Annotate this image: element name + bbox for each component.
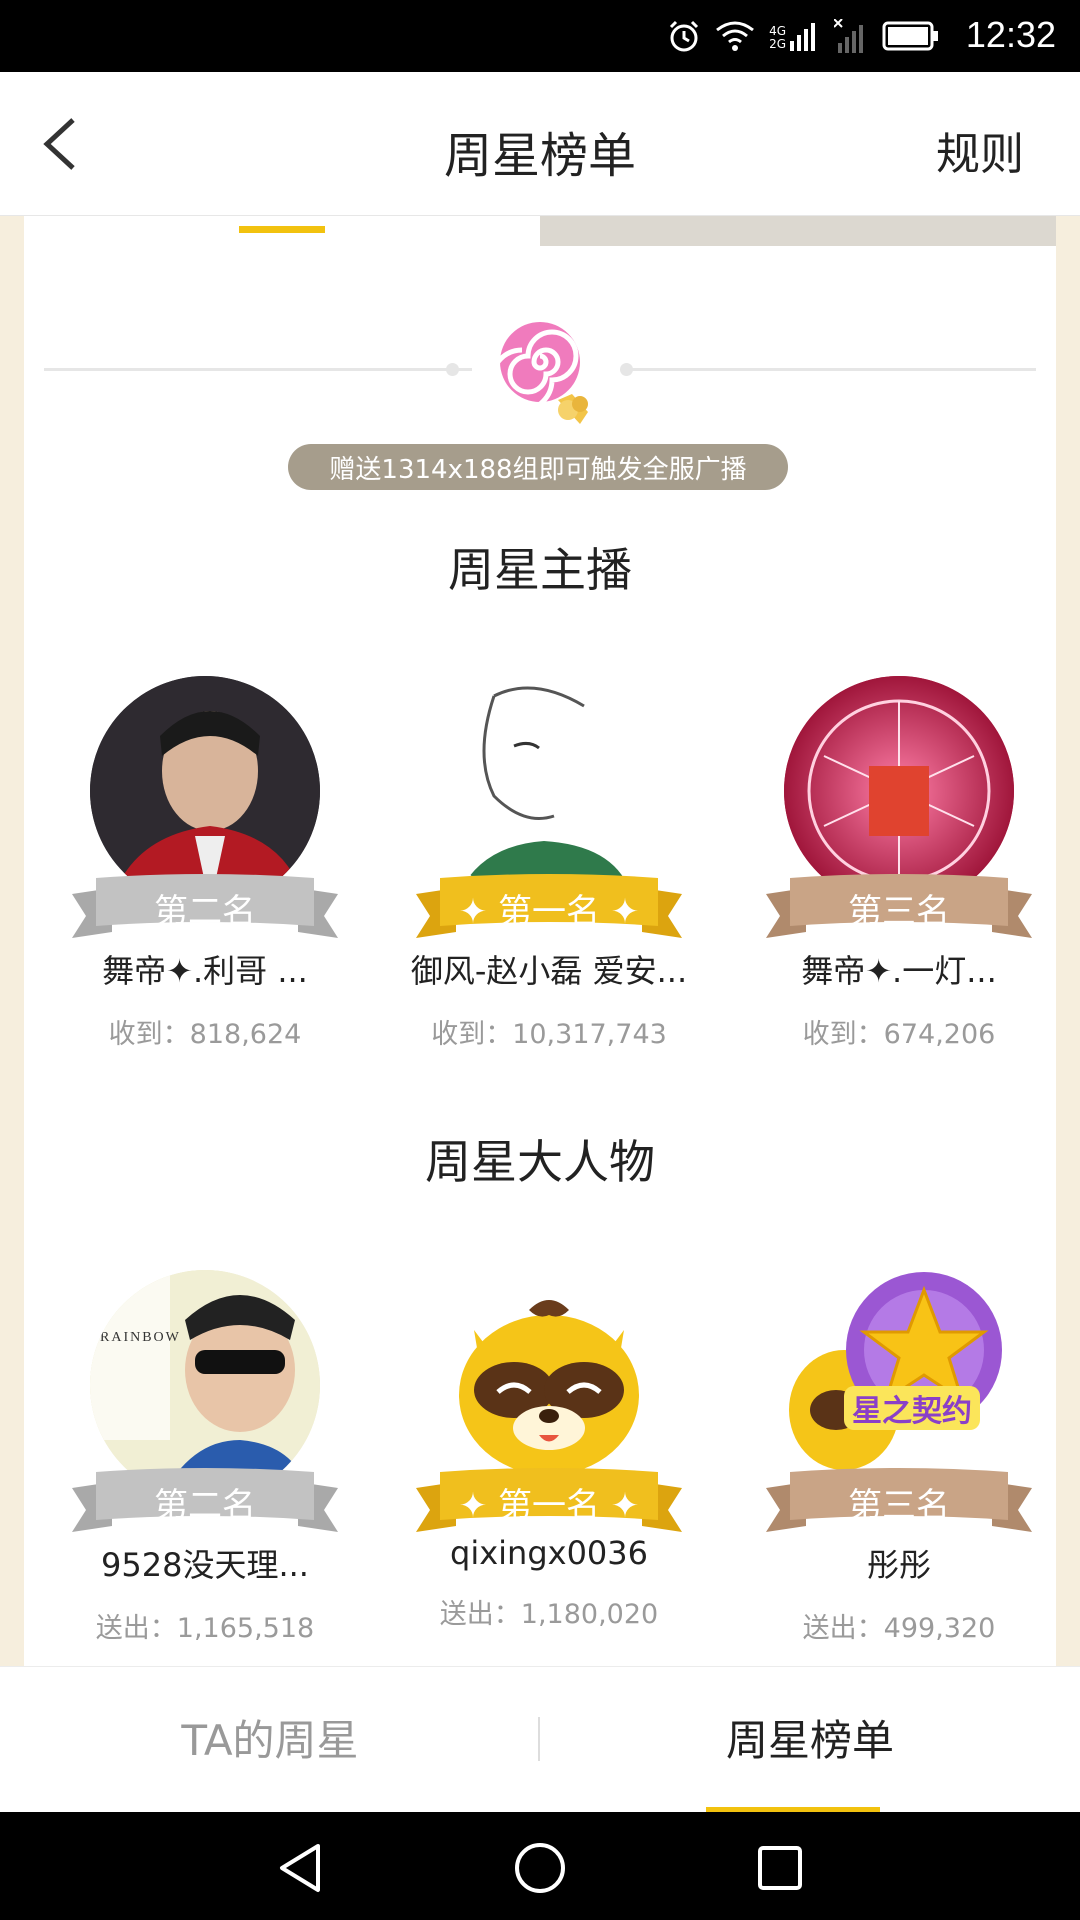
amount-text: 收到：818,624 (60, 1012, 350, 1051)
user-name: 御风-赵小磊 爱安... (410, 952, 688, 990)
divider-dot-right (620, 363, 633, 376)
rank-label: ✦ 第一名 ✦ (458, 892, 640, 932)
avatar-image (90, 676, 320, 906)
amount-label: 收到： (108, 1019, 190, 1050)
anchors-section-title: 周星主播 (448, 543, 632, 597)
rank-ribbon: 第二名 (72, 874, 338, 938)
system-nav-bar (0, 1812, 1080, 1920)
broadcast-hint: 赠送1314x188组即可触发全服广播 (288, 444, 788, 490)
avatar-overlay-text: RAINBOW (100, 1330, 181, 1345)
user-name: 彤彤 (866, 1546, 931, 1584)
amount-value: 499,320 (883, 1613, 996, 1644)
avatar[interactable] (434, 676, 664, 906)
rules-button[interactable]: 规则 (936, 118, 1024, 182)
badge-text: 星之契约 (844, 1386, 980, 1430)
panel-tab-strip (540, 216, 1056, 246)
amount-value: 674,206 (883, 1019, 996, 1050)
rank-label: 第二名 (154, 892, 256, 932)
user-name: 舞帝✦.利哥 ... (102, 952, 308, 990)
rank-label: ✦ 第一名 ✦ (458, 1486, 640, 1526)
amount-text: 收到：10,317,743 (404, 1012, 694, 1051)
user-name: 舞帝✦.一灯... (801, 952, 997, 990)
avatar[interactable] (434, 1270, 664, 1500)
signal-4g-icon: 4G 2G (769, 21, 820, 51)
amount-value: 10,317,743 (512, 1019, 667, 1050)
amount-text: 送出：1,165,518 (60, 1606, 350, 1645)
avatar[interactable] (90, 676, 320, 906)
amount-text: 收到：674,206 (754, 1012, 1044, 1051)
recents-square-icon[interactable] (752, 1840, 808, 1896)
ranking-panel: 赠送1314x188组即可触发全服广播 周星主播 第二名 舞帝✦.利哥 ... … (24, 216, 1056, 1666)
rank-ribbon: ✦ 第一名 ✦ (416, 874, 682, 938)
amount-label: 收到： (802, 1019, 884, 1050)
anchor-rank2-card[interactable]: 第二名 舞帝✦.利哥 ... 收到：818,624 (60, 676, 350, 1051)
avatar[interactable]: RAINBOW (90, 1270, 320, 1500)
rank-ribbon: 第二名 (72, 1468, 338, 1532)
bottom-tab-bar: TA的周星 周星榜单 (0, 1666, 1080, 1813)
rank-ribbon: ✦ 第一名 ✦ (416, 1468, 682, 1532)
divider-dot-left (446, 363, 459, 376)
bigshots-section-title: 周星大人物 (425, 1135, 655, 1189)
status-icons: 4G 2G (667, 18, 940, 54)
rank-ribbon: 第三名 (766, 1468, 1032, 1532)
user-name: 9528没天理... (101, 1546, 309, 1584)
avatar-image (784, 676, 1014, 906)
home-circle-icon[interactable] (512, 1840, 568, 1896)
tab-ta-weekly-star[interactable]: TA的周星 (0, 1707, 540, 1768)
tab-weekly-ranking[interactable]: 周星榜单 (540, 1707, 1080, 1768)
avatar[interactable]: 星之契约 (784, 1270, 1014, 1500)
amount-label: 送出： (95, 1613, 177, 1644)
amount-label: 送出： (439, 1599, 521, 1630)
bigshot-rank2-card[interactable]: RAINBOW 第二名 9528没天理... 送出：1,165,518 (60, 1270, 350, 1645)
rank-label: 第三名 (848, 1486, 950, 1526)
page-title: 周星榜单 (443, 128, 636, 184)
panel-tab-indicator (239, 226, 325, 233)
avatar[interactable] (784, 676, 1014, 906)
avatar-image (434, 676, 664, 906)
divider-right (624, 368, 1036, 371)
bigshot-rank1-card[interactable]: ✦ 第一名 ✦ qixingx0036 送出：1,180,020 (404, 1270, 694, 1631)
amount-text: 送出：499,320 (754, 1606, 1044, 1645)
bigshot-rank3-card[interactable]: 星之契约 第三名 彤彤 送出：499,320 (754, 1270, 1044, 1645)
amount-value: 818,624 (189, 1019, 302, 1050)
amount-value: 1,180,020 (520, 1599, 659, 1630)
battery-icon (882, 21, 938, 51)
lollipop-icon (489, 322, 588, 424)
anchor-rank1-card[interactable]: ✦ 第一名 ✦ 御风-赵小磊 爱安... 收到：10,317,743 (404, 676, 694, 1051)
avatar-image (90, 1270, 320, 1500)
wifi-icon (716, 21, 754, 51)
divider-left (44, 368, 472, 371)
rank-label: 第二名 (154, 1486, 256, 1526)
rank-label: 第三名 (848, 892, 950, 932)
raccoon-mascot-icon (434, 1270, 664, 1500)
star-contract-badge-icon (789, 1272, 1002, 1470)
amount-label: 送出： (802, 1613, 884, 1644)
rank-ribbon: 第三名 (766, 874, 1032, 938)
status-time: 12:32 (965, 14, 1056, 55)
signal-2g-icon (834, 19, 863, 53)
amount-value: 1,165,518 (176, 1613, 315, 1644)
amount-text: 送出：1,180,020 (404, 1592, 694, 1631)
anchor-rank3-card[interactable]: 第三名 舞帝✦.一灯... 收到：674,206 (754, 676, 1044, 1051)
header: 周星榜单 规则 (0, 72, 1080, 216)
user-name: qixingx0036 (450, 1534, 648, 1572)
status-bar: 4G 2G 12:32 (0, 0, 1080, 72)
back-triangle-icon[interactable] (272, 1840, 328, 1896)
alarm-icon (670, 20, 699, 52)
net-label-bottom: 2G (769, 37, 786, 51)
amount-label: 收到： (431, 1019, 513, 1050)
